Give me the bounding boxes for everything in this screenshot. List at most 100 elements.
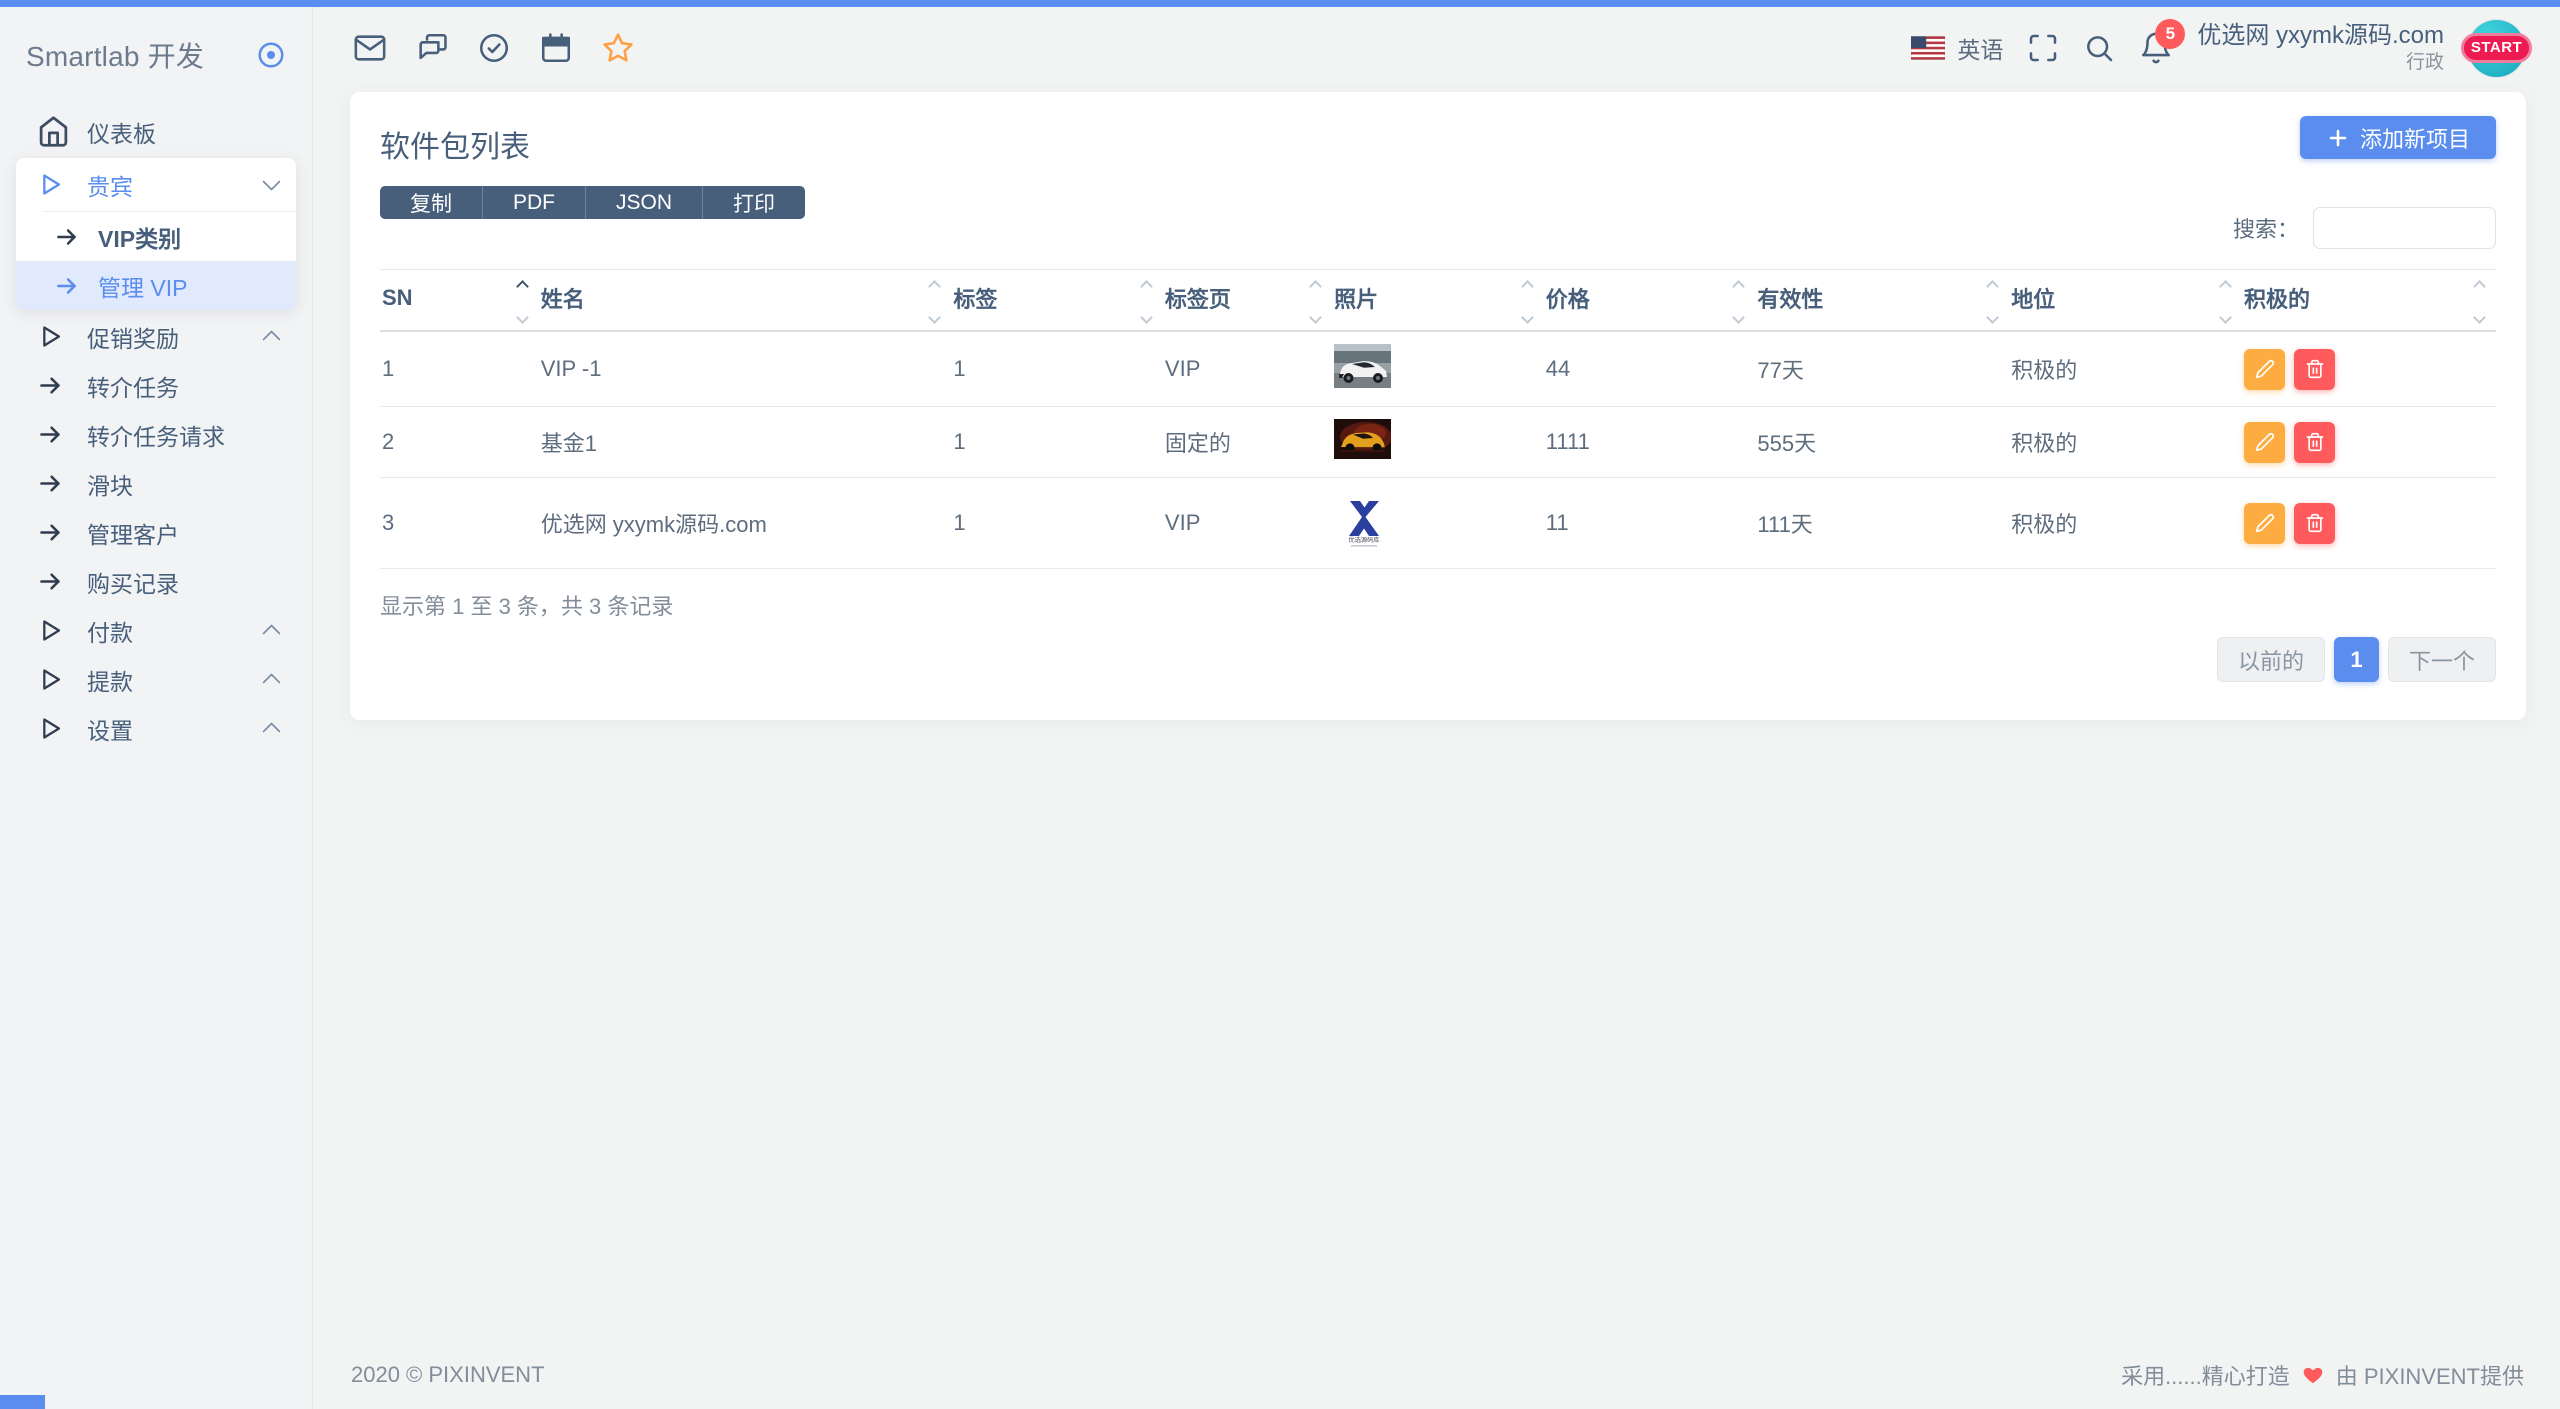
sidebar-item-referral-task-requests[interactable]: 转介任务请求 [16,410,296,459]
pdf-button[interactable]: PDF [483,186,586,219]
search-input[interactable] [2313,207,2496,249]
sidebar-item-promo-rewards[interactable]: 促销奖励 [16,312,296,361]
table-header-row: SN 姓名 标签 标签页 照片 价格 有效性 地位 积极的 [380,270,2496,332]
notifications-bell[interactable]: 5 [2139,31,2173,65]
column-header-photo[interactable]: 照片 [1332,270,1544,332]
sort-icons [1988,282,1997,322]
chats-icon[interactable] [415,31,449,65]
copyright-text: 2020 © PIXINVENT [351,1362,545,1388]
page-title: 软件包列表 [380,122,805,166]
user-menu[interactable]: 优选网 yxymk源码.com 行政 [2197,21,2444,75]
cell-validity: 555天 [1755,407,2009,478]
column-header-sn[interactable]: SN [380,270,539,332]
sidebar-item-vip[interactable]: 贵宾 [16,158,296,211]
sidebar-item-purchase-records[interactable]: 购买记录 [16,557,296,606]
copy-button[interactable]: 复制 [380,186,483,219]
trash-icon [2305,513,2325,533]
cell-photo [1332,331,1544,407]
search-label: 搜索： [2233,212,2299,244]
sidebar-item-label: 促销奖励 [87,320,265,354]
sidebar-item-withdrawals[interactable]: 提款 [16,655,296,704]
sidebar-item-slider[interactable]: 滑块 [16,459,296,508]
language-switcher[interactable]: 英语 [1911,31,2003,65]
sidebar-item-dashboard[interactable]: 仪表板 [16,107,296,156]
arrow-right-icon [37,568,87,595]
cell-tag: 1 [951,478,1163,569]
packages-table: SN 姓名 标签 标签页 照片 价格 有效性 地位 积极的 1 VIP -1 [380,269,2496,569]
avatar[interactable]: START [2468,20,2525,77]
cell-sn: 1 [380,331,539,407]
column-header-name[interactable]: 姓名 [539,270,952,332]
chevron-up-icon [262,624,280,642]
cell-sn: 2 [380,407,539,478]
cell-tag: 1 [951,331,1163,407]
sidebar-item-label: 仪表板 [87,115,284,149]
arrow-right-icon [37,519,87,546]
previous-page-button[interactable]: 以前的 [2217,637,2325,682]
cell-actions [2242,407,2496,478]
check-circle-icon[interactable] [477,31,511,65]
add-new-item-button[interactable]: 添加新项目 [2300,116,2496,159]
delete-button[interactable] [2294,422,2335,463]
chevron-down-icon [262,172,280,190]
column-header-status[interactable]: 地位 [2009,270,2242,332]
cell-actions [2242,478,2496,569]
play-icon [37,666,87,693]
cell-price: 44 [1544,331,1756,407]
header-shortcut-icons [353,31,635,65]
maximize-icon[interactable] [2027,32,2059,64]
sidebar-item-settings[interactable]: 设置 [16,704,296,753]
top-accent-bar [0,0,2560,7]
cell-actions [2242,331,2496,407]
sort-icons [930,282,939,322]
pencil-icon [2255,513,2275,533]
next-page-button[interactable]: 下一个 [2388,637,2496,682]
star-icon[interactable] [601,31,635,65]
search-icon[interactable] [2083,32,2115,64]
cell-tab: VIP [1163,478,1332,569]
delete-button[interactable] [2294,503,2335,544]
table-info: 显示第 1 至 3 条，共 3 条记录 [380,589,2496,621]
print-button[interactable]: 打印 [703,186,805,219]
sidebar-item-manage-vip[interactable]: 管理 VIP [16,261,296,310]
column-header-tag[interactable]: 标签 [951,270,1163,332]
delete-button[interactable] [2294,349,2335,390]
cell-status: 积极的 [2009,407,2242,478]
sidebar-item-label: 转介任务请求 [87,418,284,452]
calendar-icon[interactable] [539,31,573,65]
page-1-button[interactable]: 1 [2334,637,2379,682]
edit-button[interactable] [2244,422,2285,463]
disc-icon[interactable] [256,40,286,70]
json-button[interactable]: JSON [586,186,703,219]
arrow-right-icon [37,421,87,448]
sidebar-item-vip-category[interactable]: VIP类别 [16,212,296,261]
mail-icon[interactable] [353,31,387,65]
cell-price: 11 [1544,478,1756,569]
sidebar-item-label: VIP类别 [98,220,284,254]
column-header-tab[interactable]: 标签页 [1163,270,1332,332]
main-column: 英语 5 优选网 yxymk源码.com 行政 START [313,0,2560,1409]
cell-name: 基金1 [539,407,952,478]
page-content: 软件包列表 复制 PDF JSON 打印 添加新项目 搜索： [313,89,2560,720]
sidebar-item-manage-customers[interactable]: 管理客户 [16,508,296,557]
arrow-right-icon [54,224,98,250]
brand-title: Smartlab 开发 [26,35,204,75]
sort-icons [1311,282,1320,322]
column-header-actions[interactable]: 积极的 [2242,270,2496,332]
chevron-up-icon [262,673,280,691]
export-button-group: 复制 PDF JSON 打印 [380,186,805,219]
pencil-icon [2255,359,2275,379]
edit-button[interactable] [2244,503,2285,544]
sidebar-item-label: 管理 VIP [98,269,284,303]
chevron-up-icon [262,722,280,740]
table-search: 搜索： [2233,207,2496,249]
plus-icon [2326,126,2350,150]
sidebar-item-payments[interactable]: 付款 [16,606,296,655]
sidebar-item-referral-tasks[interactable]: 转介任务 [16,361,296,410]
cell-price: 1111 [1544,407,1756,478]
edit-button[interactable] [2244,349,2285,390]
trash-icon [2305,359,2325,379]
column-header-validity[interactable]: 有效性 [1755,270,2009,332]
brand-logo-photo: 优选源码库 [1334,490,1394,550]
column-header-price[interactable]: 价格 [1544,270,1756,332]
